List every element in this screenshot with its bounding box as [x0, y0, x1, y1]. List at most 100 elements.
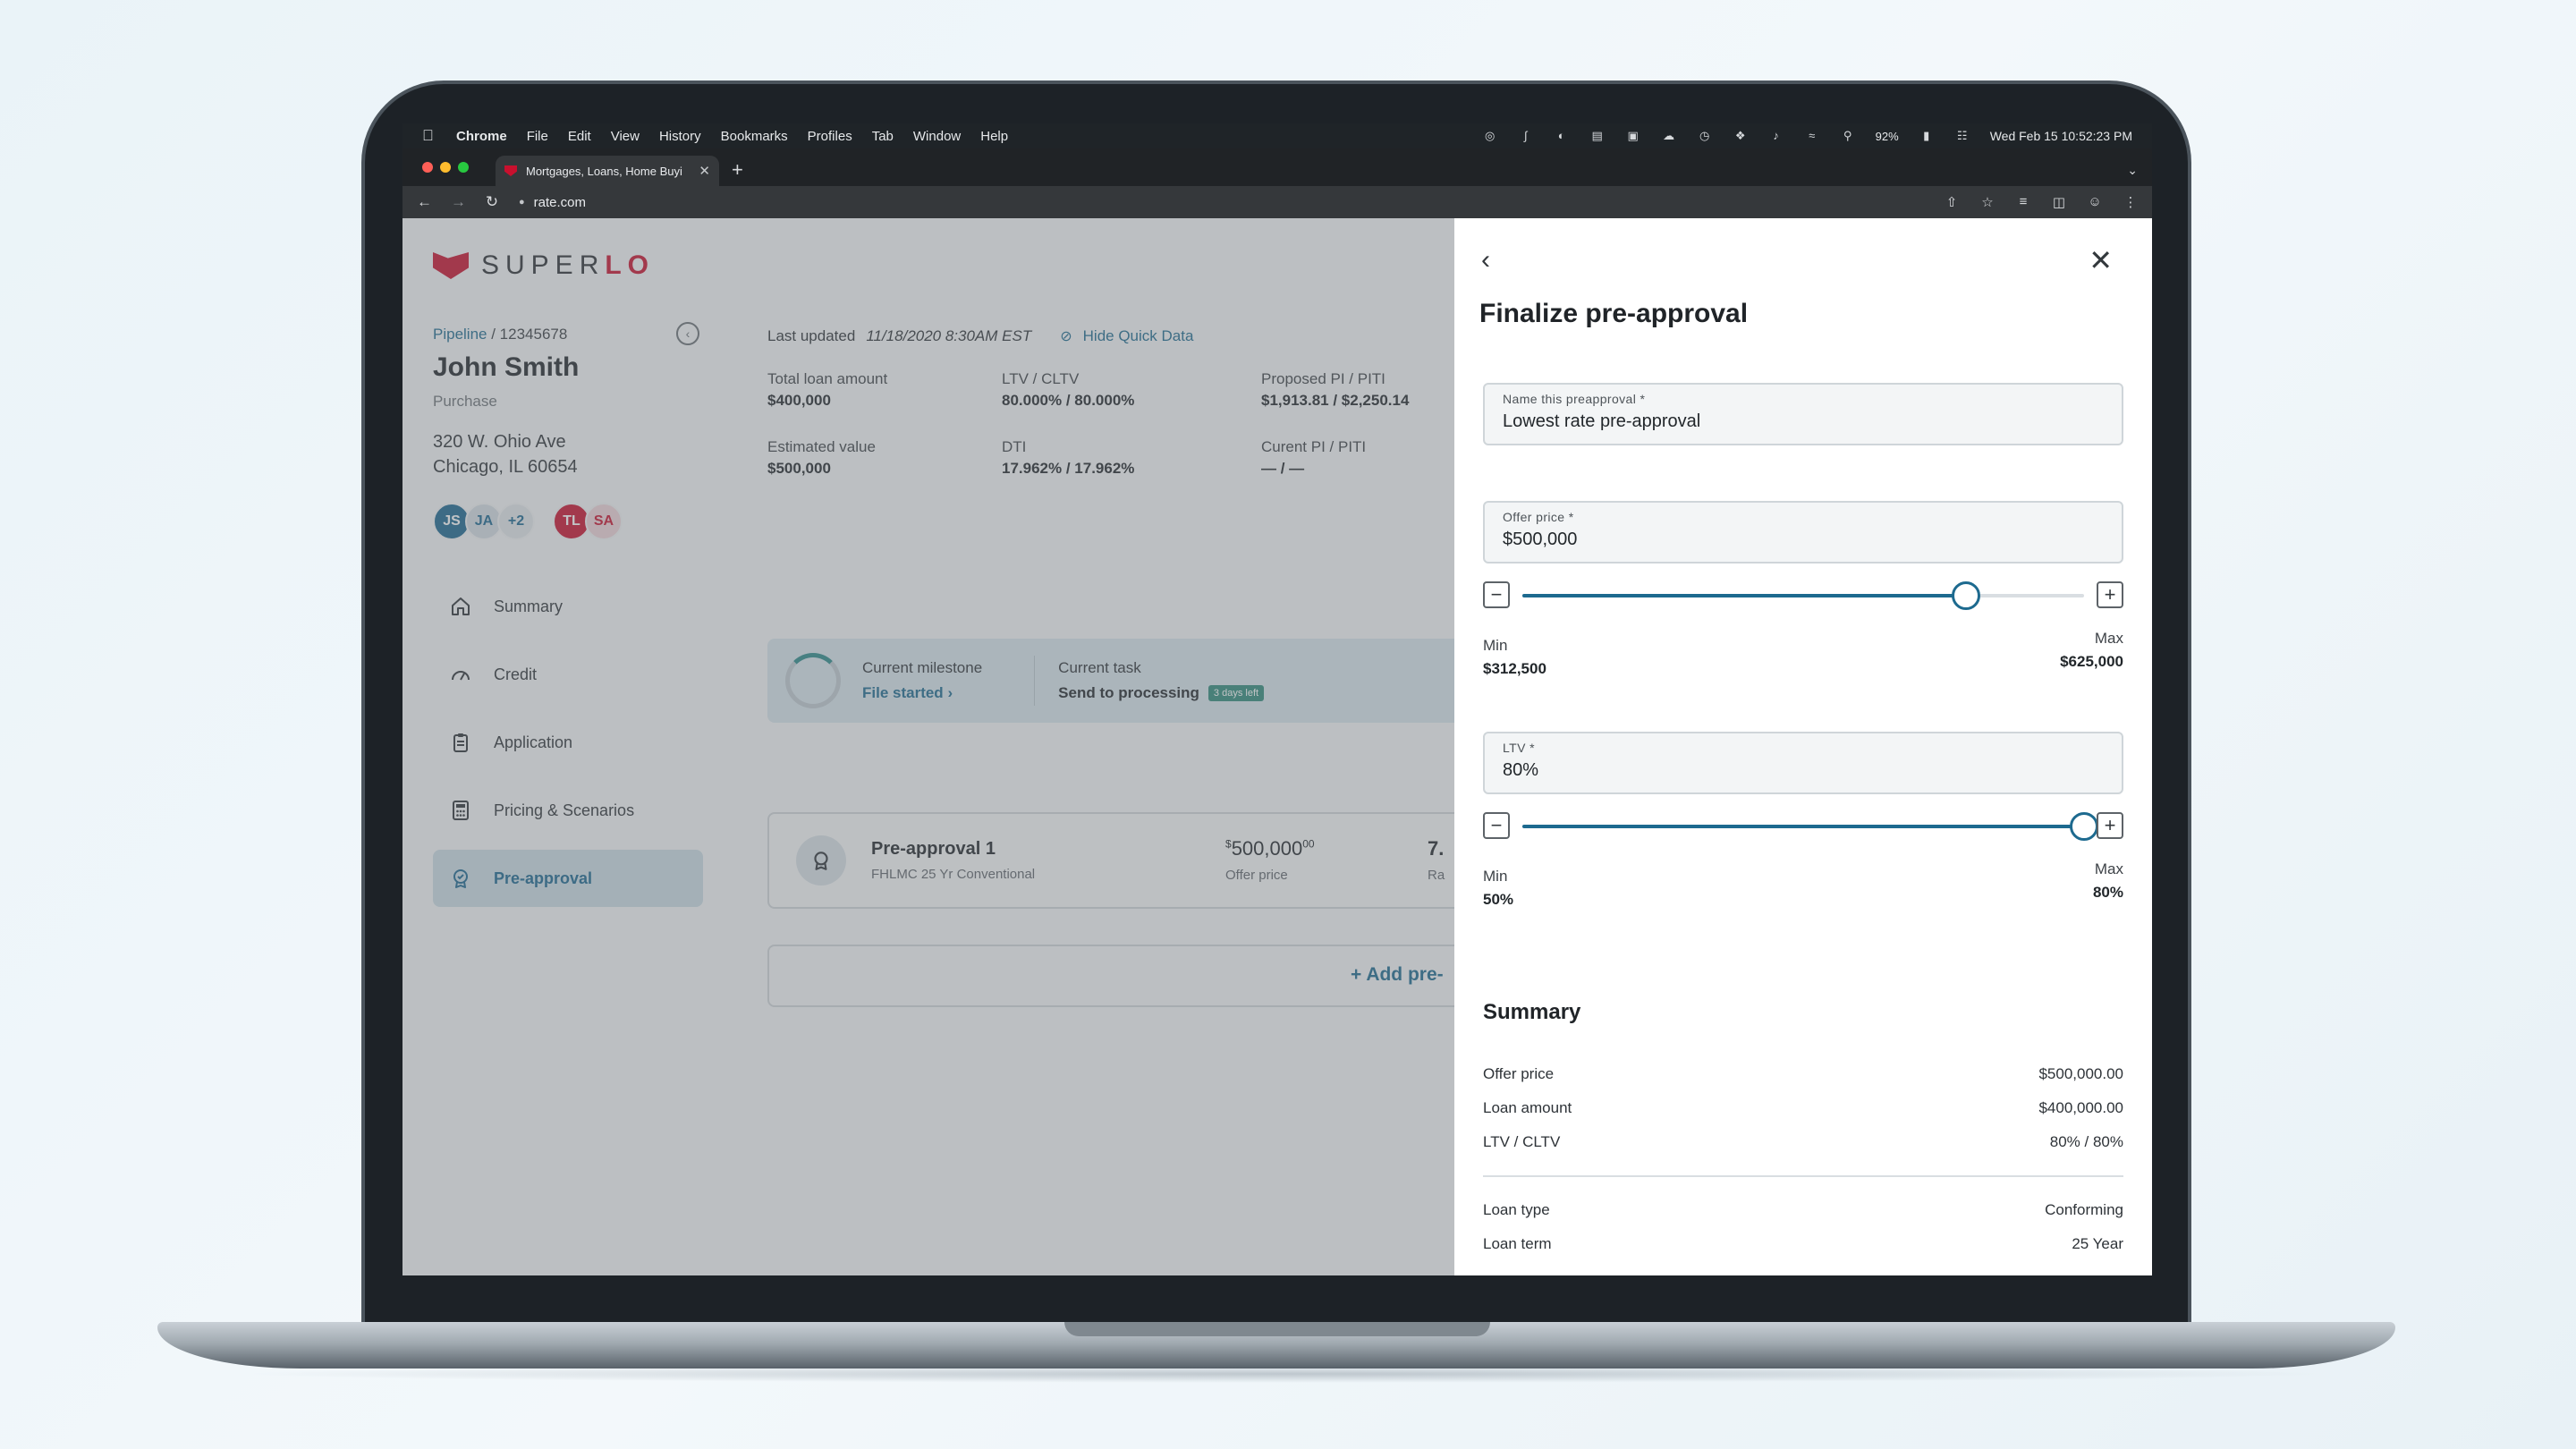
- offer-increment-button[interactable]: +: [2097, 581, 2123, 608]
- favicon-icon: [504, 165, 517, 176]
- vpn-icon[interactable]: ∫: [1518, 130, 1534, 142]
- browser-toolbar: ← → ↻ ● rate.com ⇧ ☆ ≡ ◫ ☺ ⋮: [402, 186, 2152, 218]
- battery-icon[interactable]: ▮: [1919, 130, 1935, 142]
- half-circle-icon[interactable]: ◐: [1554, 130, 1570, 142]
- address-bar-url[interactable]: rate.com: [534, 195, 586, 210]
- dropbox-icon[interactable]: ❖: [1733, 130, 1749, 142]
- notes-icon[interactable]: ▤: [1589, 130, 1606, 142]
- profile-icon[interactable]: ☺: [2088, 194, 2102, 210]
- apple-icon[interactable]: : [422, 127, 438, 145]
- more-menu-icon[interactable]: ⋮: [2123, 194, 2138, 210]
- wifi-icon[interactable]: ≈: [1804, 130, 1820, 142]
- field-label: Name this preapproval *: [1503, 392, 1646, 406]
- range-max-label: Max: [2094, 630, 2123, 647]
- offer-range-max: Max $625,000: [2060, 630, 2123, 671]
- bookmark-star-icon[interactable]: ☆: [1980, 194, 1995, 210]
- finalize-preapproval-panel: ‹ ✕ Finalize pre-approval Name this prea…: [1454, 218, 2152, 1275]
- preapproval-name-field[interactable]: Name this preapproval * Lowest rate pre-…: [1483, 383, 2123, 445]
- screen-share-icon[interactable]: ▣: [1625, 130, 1641, 142]
- slider-track[interactable]: [1522, 812, 2098, 841]
- range-min-value: 50%: [1483, 891, 1514, 908]
- spotlight-icon[interactable]: ⚲: [1840, 130, 1856, 142]
- summary-value: $500,000.00: [2038, 1065, 2123, 1082]
- summary-row: Offer price $500,000.00: [1483, 1057, 2123, 1091]
- share-icon[interactable]: ⇧: [1945, 194, 1959, 210]
- screen:  Chrome File Edit View History Bookmark…: [402, 123, 2152, 1275]
- ltv-increment-button[interactable]: +: [2097, 812, 2123, 839]
- back-chevron-icon[interactable]: ‹: [1481, 245, 1490, 275]
- slider-fill: [1522, 825, 2084, 828]
- slider-thumb[interactable]: [1952, 581, 1981, 610]
- toolbar-actions: ⇧ ☆ ≡ ◫ ☺ ⋮: [1923, 194, 2138, 210]
- ltv-range-max: Max 80%: [2093, 860, 2123, 902]
- summary-label: Loan type: [1483, 1201, 1550, 1218]
- summary-label: Offer price: [1483, 1065, 1555, 1082]
- control-center-icon[interactable]: ☷: [1954, 130, 1970, 142]
- minus-icon: −: [1490, 814, 1503, 836]
- summary-value: Conforming: [2045, 1201, 2123, 1218]
- menu-view[interactable]: View: [611, 129, 640, 144]
- lock-icon[interactable]: ●: [519, 197, 525, 208]
- ltv-slider: − +: [1483, 810, 2123, 841]
- close-tab-icon[interactable]: ✕: [699, 163, 710, 179]
- field-value[interactable]: $500,000: [1503, 530, 2104, 550]
- tab-title: Mortgages, Loans, Home Buyi: [526, 164, 682, 178]
- reload-icon[interactable]: ↻: [485, 193, 499, 211]
- back-arrow-icon[interactable]: ←: [417, 193, 432, 211]
- menu-window[interactable]: Window: [913, 129, 961, 144]
- offer-price-field[interactable]: Offer price * $500,000: [1483, 501, 2123, 564]
- battery-percent[interactable]: 92%: [1876, 130, 1899, 143]
- summary-title: Summary: [1483, 1000, 1581, 1024]
- summary-row: LTV / CLTV 80% / 80%: [1483, 1125, 2123, 1159]
- summary-divider: [1483, 1175, 2123, 1177]
- menu-tray: ◎ ∫ ◐ ▤ ▣ ☁ ◷ ❖ ♪ ≈ ⚲ 92% ▮ ☷ Wed Feb 15…: [1462, 129, 2132, 143]
- modal-backdrop[interactable]: [402, 218, 1454, 1275]
- maximize-window-icon[interactable]: [458, 162, 469, 173]
- summary-row: Loan type Conforming: [1483, 1193, 2123, 1227]
- summary-value: 80% / 80%: [2049, 1133, 2123, 1150]
- tab-search-chevron-icon[interactable]: ⌄: [2127, 156, 2138, 186]
- field-label: LTV *: [1503, 741, 1535, 755]
- menu-history[interactable]: History: [659, 129, 701, 144]
- menu-file[interactable]: File: [527, 129, 548, 144]
- menu-clock[interactable]: Wed Feb 15 10:52:23 PM: [1990, 129, 2132, 143]
- forward-arrow-icon[interactable]: →: [451, 193, 466, 211]
- menu-edit[interactable]: Edit: [568, 129, 591, 144]
- ltv-decrement-button[interactable]: −: [1483, 812, 1510, 839]
- slider-track[interactable]: [1522, 581, 2084, 610]
- range-min-label: Min: [1483, 868, 1508, 885]
- field-value[interactable]: Lowest rate pre-approval: [1503, 411, 2104, 432]
- laptop-notch: [1064, 1322, 1490, 1336]
- field-label: Offer price *: [1503, 510, 1574, 524]
- range-min-value: $312,500: [1483, 660, 1546, 677]
- time-machine-icon[interactable]: ◷: [1697, 130, 1713, 142]
- ltv-field[interactable]: LTV * 80%: [1483, 732, 2123, 794]
- menu-help[interactable]: Help: [980, 129, 1008, 144]
- close-icon[interactable]: ✕: [2089, 243, 2113, 277]
- range-max-label: Max: [2094, 860, 2123, 877]
- range-max-value: $625,000: [2060, 653, 2123, 670]
- menu-tab[interactable]: Tab: [872, 129, 894, 144]
- summary-label: Loan amount: [1483, 1099, 1572, 1116]
- cloud-icon[interactable]: ☁: [1661, 130, 1677, 142]
- reading-list-icon[interactable]: ≡: [2016, 194, 2030, 210]
- browser-tab[interactable]: Mortgages, Loans, Home Buyi ✕: [496, 156, 719, 186]
- menu-bookmarks[interactable]: Bookmarks: [721, 129, 788, 144]
- panel-title: Finalize pre-approval: [1479, 299, 1749, 328]
- browser-tab-strip: Mortgages, Loans, Home Buyi ✕ + ⌄: [402, 148, 2152, 186]
- menu-app[interactable]: Chrome: [456, 129, 507, 144]
- slider-thumb[interactable]: [2070, 812, 2098, 841]
- range-min-label: Min: [1483, 637, 1508, 654]
- app-page: SUPERLO Pipeline / 12345678 ‹ John Smith…: [402, 218, 2152, 1275]
- field-value[interactable]: 80%: [1503, 760, 2104, 781]
- offer-decrement-button[interactable]: −: [1483, 581, 1510, 608]
- volume-icon[interactable]: ♪: [1768, 130, 1784, 142]
- record-icon[interactable]: ◎: [1482, 130, 1498, 142]
- side-panel-icon[interactable]: ◫: [2052, 194, 2066, 210]
- menu-profiles[interactable]: Profiles: [808, 129, 852, 144]
- new-tab-icon[interactable]: +: [732, 156, 743, 186]
- close-window-icon[interactable]: [422, 162, 433, 173]
- minimize-window-icon[interactable]: [440, 162, 451, 173]
- plus-icon: +: [2104, 814, 2116, 836]
- summary-label: Loan term: [1483, 1235, 1552, 1252]
